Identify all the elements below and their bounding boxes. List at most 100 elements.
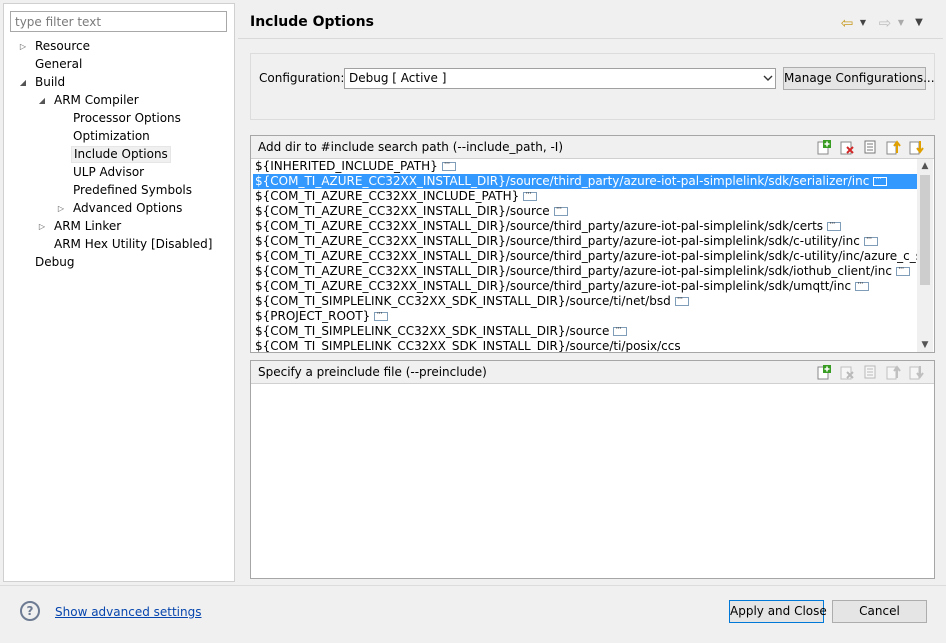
forward-history-dropdown[interactable]: ▼ bbox=[896, 14, 906, 32]
include-path-row[interactable]: ${COM_TI_SIMPLELINK_CC32XX_SDK_INSTALL_D… bbox=[253, 322, 917, 339]
scrollbar-thumb[interactable] bbox=[920, 175, 930, 285]
tree-item[interactable]: ◢ ARM Compiler bbox=[4, 92, 234, 110]
tree-item[interactable]: Predefined Symbols bbox=[4, 182, 234, 200]
collapsed-arrow-icon[interactable]: ▷ bbox=[18, 38, 28, 56]
include-path-text: ${COM_TI_AZURE_CC32XX_INSTALL_DIR}/sourc… bbox=[255, 219, 824, 233]
include-path-row[interactable]: ${COM_TI_AZURE_CC32XX_INSTALL_DIR}/sourc… bbox=[253, 172, 917, 189]
scroll-down-icon[interactable]: ▼ bbox=[917, 338, 933, 352]
move-down-icon[interactable] bbox=[908, 364, 924, 380]
back-history-dropdown[interactable]: ▼ bbox=[858, 14, 868, 32]
tree-item-label: Advanced Options bbox=[73, 201, 183, 215]
include-path-panel: Add dir to #include search path (--inclu… bbox=[250, 135, 935, 353]
include-path-row[interactable]: ${COM_TI_AZURE_CC32XX_INSTALL_DIR}/sourc… bbox=[253, 232, 917, 249]
include-path-list[interactable]: ${INHERITED_INCLUDE_PATH}${COM_TI_AZURE_… bbox=[253, 159, 917, 352]
tree-item[interactable]: ULP Advisor bbox=[4, 164, 234, 182]
move-up-icon[interactable] bbox=[885, 364, 901, 380]
include-path-text: ${COM_TI_AZURE_CC32XX_INSTALL_DIR}/sourc… bbox=[255, 279, 852, 293]
tree-item[interactable]: Processor Options bbox=[4, 110, 234, 128]
help-icon[interactable]: ? bbox=[20, 601, 40, 621]
tree-item[interactable]: General bbox=[4, 56, 234, 74]
filter-input[interactable] bbox=[10, 11, 227, 32]
tree-item-label: ARM Compiler bbox=[54, 93, 139, 107]
preinclude-title: Specify a preinclude file (--preinclude) bbox=[258, 365, 487, 379]
more-options-icon[interactable] bbox=[827, 217, 842, 232]
cancel-button[interactable]: Cancel bbox=[832, 600, 927, 623]
include-path-header: Add dir to #include search path (--inclu… bbox=[251, 136, 934, 159]
include-path-row[interactable]: ${COM_TI_AZURE_CC32XX_INSTALL_DIR}/sourc… bbox=[253, 277, 917, 294]
include-path-text: ${INHERITED_INCLUDE_PATH} bbox=[255, 159, 438, 173]
tree-item[interactable]: ▷ Resource bbox=[4, 38, 234, 56]
preinclude-list[interactable] bbox=[251, 384, 934, 578]
expanded-arrow-icon[interactable]: ◢ bbox=[37, 92, 47, 110]
tree-item-label: Debug bbox=[35, 255, 75, 269]
tree-item[interactable]: Include Options bbox=[4, 146, 234, 164]
include-path-text: ${COM_TI_SIMPLELINK_CC32XX_SDK_INSTALL_D… bbox=[255, 339, 681, 352]
include-path-text: ${COM_TI_SIMPLELINK_CC32XX_SDK_INSTALL_D… bbox=[255, 324, 610, 338]
delete-icon[interactable] bbox=[839, 139, 855, 155]
scroll-up-icon[interactable]: ▲ bbox=[917, 159, 933, 173]
footer-separator bbox=[0, 585, 946, 586]
preinclude-panel: Specify a preinclude file (--preinclude) bbox=[250, 360, 935, 579]
move-down-icon[interactable] bbox=[908, 139, 924, 155]
tree-item-label: Optimization bbox=[73, 129, 150, 143]
tree-item[interactable]: ARM Hex Utility [Disabled] bbox=[4, 236, 234, 254]
tree-item[interactable]: Optimization bbox=[4, 128, 234, 146]
include-path-text: ${COM_TI_AZURE_CC32XX_INCLUDE_PATH} bbox=[255, 189, 520, 203]
back-arrow-icon[interactable]: ⇦ bbox=[838, 14, 856, 32]
configuration-selected-value: Debug [ Active ] bbox=[349, 71, 447, 85]
more-options-icon[interactable] bbox=[613, 322, 628, 337]
page-title: Include Options bbox=[250, 14, 374, 30]
add-icon[interactable] bbox=[816, 139, 832, 155]
tree-item-label: ARM Hex Utility [Disabled] bbox=[54, 237, 213, 251]
tree-item-label: Build bbox=[35, 75, 66, 89]
configuration-select[interactable]: Debug [ Active ] bbox=[344, 68, 776, 89]
tree-item[interactable]: ▷ Advanced Options bbox=[4, 200, 234, 218]
more-options-icon[interactable] bbox=[873, 172, 888, 187]
tree-item-label: Include Options bbox=[71, 146, 171, 163]
expanded-arrow-icon[interactable]: ◢ bbox=[18, 74, 28, 92]
include-path-text: ${PROJECT_ROOT} bbox=[255, 309, 371, 323]
collapsed-arrow-icon[interactable]: ▷ bbox=[37, 218, 47, 236]
more-options-icon[interactable] bbox=[855, 277, 870, 292]
delete-icon[interactable] bbox=[839, 364, 855, 380]
include-path-row[interactable]: ${INHERITED_INCLUDE_PATH} bbox=[253, 159, 917, 174]
include-path-row[interactable]: ${PROJECT_ROOT} bbox=[253, 307, 917, 324]
more-options-icon[interactable] bbox=[523, 187, 538, 202]
edit-icon[interactable] bbox=[862, 139, 878, 155]
edit-icon[interactable] bbox=[862, 364, 878, 380]
tree-item[interactable]: ▷ ARM Linker bbox=[4, 218, 234, 236]
more-options-icon[interactable] bbox=[895, 262, 910, 277]
include-path-text: ${COM_TI_AZURE_CC32XX_INSTALL_DIR}/sourc… bbox=[255, 174, 870, 188]
include-path-row[interactable]: ${COM_TI_SIMPLELINK_CC32XX_SDK_INSTALL_D… bbox=[253, 292, 917, 309]
settings-tree-pane: ▷ Resource General ◢ Build ◢ ARM Compiler Proce… bbox=[3, 3, 235, 582]
manage-configurations-button[interactable]: Manage Configurations... bbox=[783, 67, 935, 90]
move-up-icon[interactable] bbox=[885, 139, 901, 155]
tree-item-label: Processor Options bbox=[73, 111, 181, 125]
more-options-icon[interactable] bbox=[441, 159, 456, 172]
include-path-scrollbar[interactable]: ▲ ▼ bbox=[917, 159, 933, 352]
more-options-icon[interactable] bbox=[374, 307, 389, 322]
tree-item-label: ARM Linker bbox=[54, 219, 122, 233]
collapsed-arrow-icon[interactable]: ▷ bbox=[56, 200, 66, 218]
view-menu-icon[interactable]: ▼ bbox=[914, 14, 924, 32]
add-icon[interactable] bbox=[816, 364, 832, 380]
show-advanced-settings-link[interactable]: Show advanced settings bbox=[55, 605, 202, 619]
more-options-icon[interactable] bbox=[553, 202, 568, 217]
include-path-row[interactable]: ${COM_TI_AZURE_CC32XX_INCLUDE_PATH} bbox=[253, 187, 917, 204]
configuration-group: Configuration: Debug [ Active ] Manage C… bbox=[250, 53, 935, 120]
include-path-title: Add dir to #include search path (--inclu… bbox=[258, 140, 564, 154]
tree-item[interactable]: Debug bbox=[4, 254, 234, 272]
more-options-icon[interactable] bbox=[674, 292, 689, 307]
more-options-icon[interactable] bbox=[863, 232, 878, 247]
include-path-row[interactable]: ${COM_TI_AZURE_CC32XX_INSTALL_DIR}/sourc… bbox=[253, 249, 917, 264]
tree-item[interactable]: ◢ Build bbox=[4, 74, 234, 92]
apply-and-close-button[interactable]: Apply and Close bbox=[729, 600, 827, 623]
title-separator bbox=[238, 38, 943, 39]
include-path-row[interactable]: ${COM_TI_AZURE_CC32XX_INSTALL_DIR}/sourc… bbox=[253, 262, 917, 279]
forward-arrow-icon[interactable]: ⇨ bbox=[876, 14, 894, 32]
include-path-row[interactable]: ${COM_TI_SIMPLELINK_CC32XX_SDK_INSTALL_D… bbox=[253, 339, 917, 352]
include-path-row[interactable]: ${COM_TI_AZURE_CC32XX_INSTALL_DIR}/sourc… bbox=[253, 217, 917, 234]
tree-item-label: General bbox=[35, 57, 83, 71]
include-path-text: ${COM_TI_AZURE_CC32XX_INSTALL_DIR}/sourc… bbox=[255, 204, 550, 218]
include-path-row[interactable]: ${COM_TI_AZURE_CC32XX_INSTALL_DIR}/sourc… bbox=[253, 202, 917, 219]
